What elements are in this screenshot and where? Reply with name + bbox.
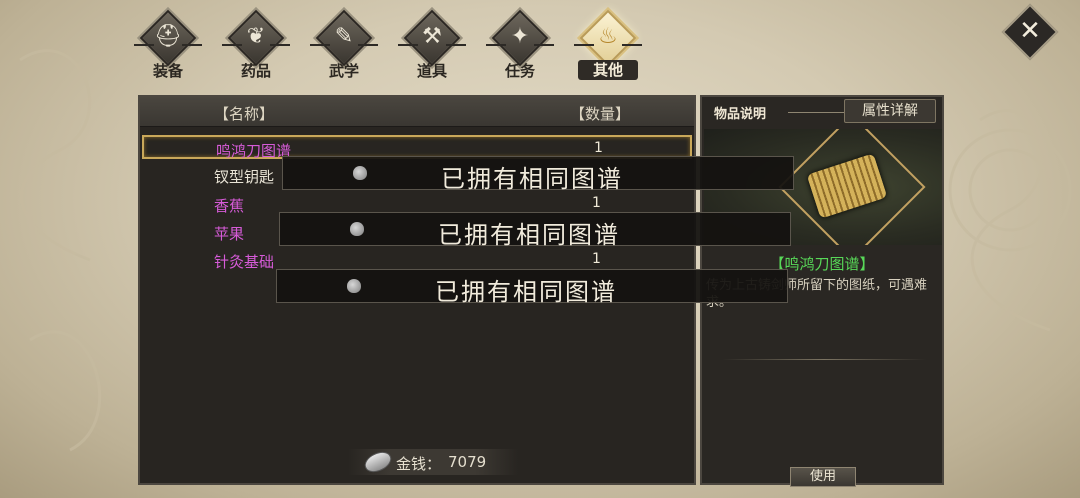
tab-label: 药品 xyxy=(240,62,271,80)
toast-notification: 已拥有相同图谱 xyxy=(276,269,788,306)
tab-label: 道具 xyxy=(416,62,447,80)
money-label: 金钱： xyxy=(396,455,442,473)
toast-notification: 已拥有相同图谱 xyxy=(282,156,794,193)
chest-icon: ⚒ xyxy=(422,24,442,49)
task-icon: ✦ xyxy=(510,24,530,49)
flame-icon: ♨ xyxy=(598,24,618,49)
tab-divider xyxy=(788,112,844,113)
tab-tools[interactable]: ⚒ 道具 xyxy=(396,9,468,82)
manual-icon: ✎ xyxy=(334,24,354,49)
tab-item-description[interactable]: 物品说明 xyxy=(714,103,766,122)
tab-label: 武学 xyxy=(328,62,359,80)
item-name: 针灸基础 xyxy=(214,253,275,271)
item-name: 苹果 xyxy=(214,225,245,243)
list-header: 【名称】 【数量】 xyxy=(140,97,694,127)
item-name: 香蕉 xyxy=(214,197,245,215)
item-quantity: 1 xyxy=(594,140,603,156)
category-tabs: ⛑ 装备 ❦ 药品 ✎ 武学 ⚒ 道具 ✦ 任务 ♨ 其他 xyxy=(132,9,652,82)
bag-icon xyxy=(347,279,361,293)
tab-equipment[interactable]: ⛑ 装备 xyxy=(132,9,204,82)
bag-icon xyxy=(353,166,367,180)
toast-notification: 已拥有相同图谱 xyxy=(279,212,791,249)
toast-text: 已拥有相同图谱 xyxy=(435,278,617,306)
close-button[interactable] xyxy=(1001,3,1059,61)
coin-icon xyxy=(361,447,395,477)
tab-label: 任务 xyxy=(504,62,535,80)
item-name: 钗型钥匙 xyxy=(214,168,275,186)
item-name: 鸣鸿刀图谱 xyxy=(216,142,292,160)
divider xyxy=(722,359,926,360)
tab-label: 其他 xyxy=(578,60,638,80)
tab-quests[interactable]: ✦ 任务 xyxy=(484,9,556,82)
helmet-icon: ⛑ xyxy=(154,24,182,49)
toast-text: 已拥有相同图谱 xyxy=(441,165,623,193)
column-header-name: 【名称】 xyxy=(214,105,275,123)
money-display: 金钱： 7079 xyxy=(348,447,518,477)
column-header-quantity: 【数量】 xyxy=(570,105,631,123)
money-value: 7079 xyxy=(448,453,487,471)
tab-label: 装备 xyxy=(152,62,183,80)
tab-medicine[interactable]: ❦ 药品 xyxy=(220,9,292,82)
use-button[interactable]: 使用 xyxy=(790,467,856,487)
tab-martial-arts[interactable]: ✎ 武学 xyxy=(308,9,380,82)
tab-other[interactable]: ♨ 其他 xyxy=(572,9,644,82)
toast-text: 已拥有相同图谱 xyxy=(438,221,620,249)
bag-icon xyxy=(350,222,364,236)
potion-icon: ❦ xyxy=(246,24,266,49)
item-quantity: 1 xyxy=(592,251,601,267)
tab-attribute-details[interactable]: 属性详解 xyxy=(844,99,936,123)
item-quantity: 1 xyxy=(592,195,601,211)
